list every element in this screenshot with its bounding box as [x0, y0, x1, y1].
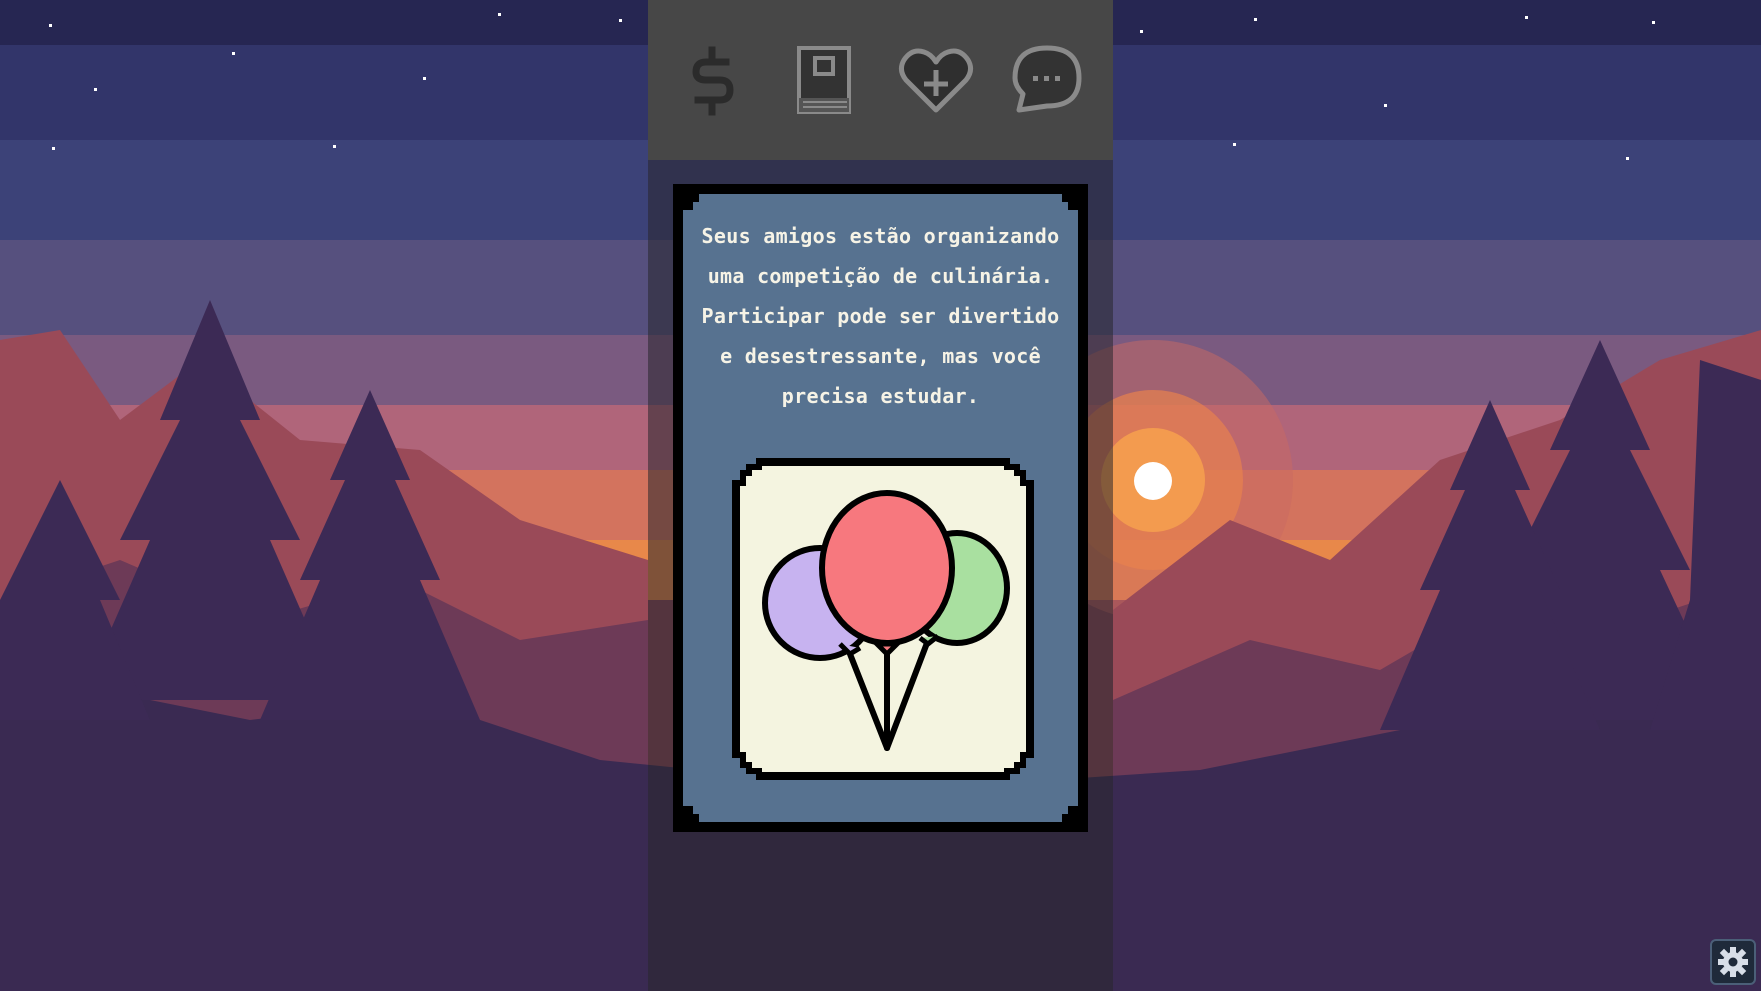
- social-stat: [1002, 35, 1092, 125]
- gear-icon: [1718, 947, 1748, 977]
- health-stat: [891, 35, 981, 125]
- sun: [1134, 462, 1172, 500]
- heart-plus-icon: [899, 48, 974, 113]
- choice-card[interactable]: Seus amigos estão organizando uma compet…: [673, 184, 1088, 832]
- money-stat: [669, 35, 759, 125]
- balloons-icon: [732, 458, 1034, 780]
- chat-bubble-icon: [1012, 45, 1082, 113]
- settings-button[interactable]: [1710, 939, 1756, 985]
- card-body: Seus amigos estão organizando uma compet…: [683, 194, 1078, 822]
- book-icon: [796, 46, 851, 114]
- dollar-icon: [692, 46, 734, 116]
- stats-bar: [648, 0, 1113, 160]
- card-text: Seus amigos estão organizando uma compet…: [701, 224, 1060, 408]
- study-stat: [780, 35, 870, 125]
